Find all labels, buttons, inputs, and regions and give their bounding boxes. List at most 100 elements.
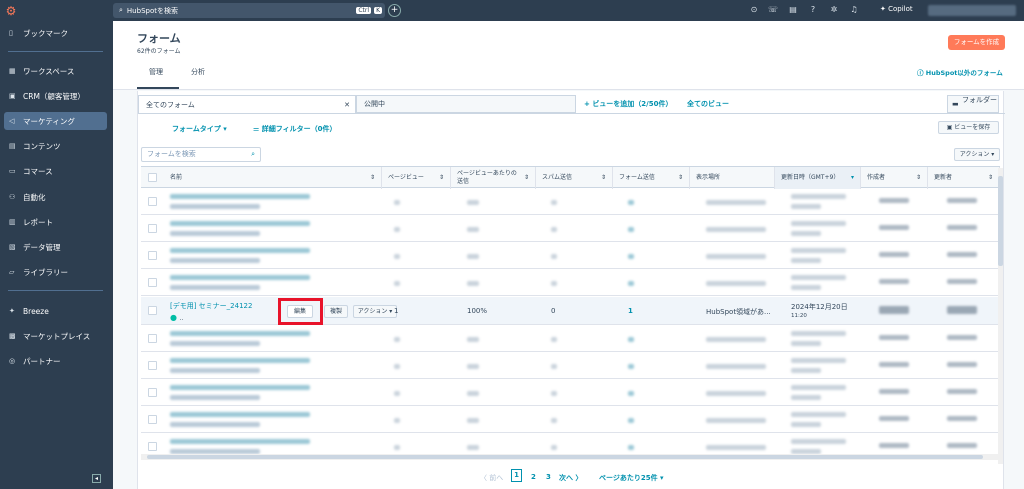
form-type-filter[interactable]: フォームタイプ ▾ xyxy=(172,124,227,134)
clone-button[interactable]: 複製 xyxy=(324,305,348,318)
sidebar-item-content[interactable]: ▤ コンテンツ xyxy=(4,137,107,155)
column-submission-rate[interactable]: ページビューあたりの送信 ⇕ xyxy=(451,167,536,189)
rate-value xyxy=(467,200,479,205)
sidebar-item-label: パートナー xyxy=(23,356,61,366)
prev-page-button[interactable]: 〈 前へ xyxy=(480,473,503,483)
table-row[interactable] xyxy=(141,242,1000,269)
horizontal-scrollbar[interactable] xyxy=(141,454,1000,460)
page-1[interactable]: 1 xyxy=(511,469,522,482)
all-views-link[interactable]: 全てのビュー xyxy=(687,99,729,109)
settings-icon[interactable]: ✲ xyxy=(829,5,839,15)
tab-analyze[interactable]: 分析 xyxy=(191,67,205,77)
column-name[interactable]: 名前 ⇕ xyxy=(164,167,382,189)
save-view-button[interactable]: ▣ ビューを保存 xyxy=(938,121,999,134)
close-icon[interactable]: ✕ xyxy=(344,101,350,109)
form-name-link[interactable] xyxy=(170,194,310,199)
add-view-link[interactable]: + ビューを追加（2/50件） xyxy=(584,99,672,109)
vertical-scrollbar[interactable] xyxy=(998,168,1003,464)
table-row[interactable] xyxy=(141,188,1000,215)
non-hubspot-forms-link[interactable]: ⓘ HubSpot以外のフォーム xyxy=(917,67,1003,77)
collapse-sidebar-button[interactable]: ◂ xyxy=(92,474,101,483)
folder-button[interactable]: ▬ フォルダー xyxy=(947,95,999,113)
sidebar-item-label: ワークスペース xyxy=(23,66,75,76)
account-menu[interactable] xyxy=(928,5,1016,16)
table-row[interactable] xyxy=(141,352,1000,379)
row-checkbox[interactable] xyxy=(148,224,157,233)
sidebar-item-partner[interactable]: ◎ パートナー xyxy=(4,352,107,370)
create-form-button[interactable]: フォームを作成 xyxy=(948,35,1005,50)
phone-icon[interactable]: ☏ xyxy=(768,5,778,15)
view-tab-all-forms[interactable]: 全てのフォーム ✕ xyxy=(138,95,356,113)
row-checkbox[interactable] xyxy=(148,251,157,260)
row-checkbox[interactable] xyxy=(148,278,157,287)
row-checkbox[interactable] xyxy=(148,388,157,397)
upgrade-icon[interactable]: ⊙ xyxy=(749,5,759,15)
row-actions-button[interactable]: アクション ▾ xyxy=(353,305,397,318)
row-checkbox[interactable] xyxy=(148,306,157,315)
sidebar-item-marketing[interactable]: ◁ マーケティング xyxy=(4,112,107,130)
sidebar-item-bookmarks[interactable]: ▯ ブックマーク xyxy=(4,24,107,42)
column-location[interactable]: 表示場所 xyxy=(690,167,775,189)
quick-create-button[interactable]: + xyxy=(388,4,401,17)
sidebar-item-label: コンテンツ xyxy=(23,141,61,151)
column-submissions[interactable]: フォーム送信 ⇕ xyxy=(613,167,690,189)
copilot-button[interactable]: ✦ Copilot xyxy=(880,5,913,13)
submissions-link[interactable]: 1 xyxy=(628,307,633,315)
form-name-link[interactable] xyxy=(170,275,310,280)
form-name-link[interactable] xyxy=(170,439,310,444)
sidebar-item-library[interactable]: ▱ ライブラリー xyxy=(4,263,107,281)
column-spam[interactable]: スパム送信 ⇕ xyxy=(536,167,613,189)
help-icon[interactable]: ? xyxy=(808,5,818,15)
form-name-link[interactable] xyxy=(170,385,310,390)
scroll-thumb[interactable] xyxy=(147,455,983,459)
row-checkbox[interactable] xyxy=(148,197,157,206)
sidebar-item-label: ブックマーク xyxy=(23,28,68,38)
sidebar-item-commerce[interactable]: ▭ コマース xyxy=(4,162,107,180)
row-checkbox[interactable] xyxy=(148,442,157,451)
column-updater[interactable]: 更新者 ⇕ xyxy=(928,167,1000,189)
table-row[interactable] xyxy=(141,215,1000,242)
table-row-highlighted[interactable]: [デモ用] セミナー_24122 ● .. 編集 複製 アクション ▾ 1 10… xyxy=(141,297,1000,325)
next-page-button[interactable]: 次へ 〉 xyxy=(559,473,582,483)
form-name-link[interactable]: [デモ用] セミナー_24122 xyxy=(170,301,252,311)
column-creator[interactable]: 作成者 ⇕ xyxy=(861,167,928,189)
page-2[interactable]: 2 xyxy=(531,473,536,481)
tab-manage[interactable]: 管理 xyxy=(149,67,163,77)
form-name-link[interactable] xyxy=(170,221,310,226)
sidebar-item-breeze[interactable]: ✦ Breeze xyxy=(4,302,107,320)
sidebar-item-crm[interactable]: ▣ CRM（顧客管理） xyxy=(4,87,107,105)
global-search-input[interactable]: ⌕ HubSpotを検索 Ctrl K xyxy=(113,3,385,18)
advanced-filters-button[interactable]: ⚌ 詳細フィルター（0件） xyxy=(253,124,336,134)
page-3[interactable]: 3 xyxy=(546,473,551,481)
sidebar-item-reports[interactable]: ▥ レポート xyxy=(4,213,107,231)
table-row[interactable] xyxy=(141,406,1000,433)
table-actions-button[interactable]: アクション ▾ xyxy=(954,148,1000,161)
column-updated[interactable]: 更新日時（GMT+9） ▾ xyxy=(775,167,861,189)
form-name-link[interactable] xyxy=(170,331,310,336)
per-page-select[interactable]: ページあたり25件 ▾ xyxy=(599,473,664,483)
updated-date xyxy=(791,275,846,280)
form-name-link[interactable] xyxy=(170,248,310,253)
form-name-link[interactable] xyxy=(170,412,310,417)
column-pageviews[interactable]: ページビュー ⇕ xyxy=(382,167,451,189)
rate-value xyxy=(467,281,479,286)
sidebar-item-automation[interactable]: ⚇ 自動化 xyxy=(4,188,107,206)
sidebar-item-marketplace[interactable]: ▩ マーケットプレイス xyxy=(4,327,107,345)
sidebar-item-workspace[interactable]: ▦ ワークスペース xyxy=(4,62,107,80)
row-checkbox[interactable] xyxy=(148,334,157,343)
select-all-checkbox[interactable] xyxy=(148,173,157,182)
sidebar-item-label: 自動化 xyxy=(23,192,46,202)
table-row[interactable] xyxy=(141,269,1000,296)
table-row[interactable] xyxy=(141,325,1000,352)
notifications-icon[interactable]: ♫ xyxy=(849,5,859,15)
sidebar-item-data-management[interactable]: ▧ データ管理 xyxy=(4,238,107,256)
row-checkbox[interactable] xyxy=(148,361,157,370)
hubspot-logo-icon[interactable]: ⚙ xyxy=(0,0,22,21)
scroll-thumb[interactable] xyxy=(998,176,1003,266)
marketplace-icon[interactable]: ▤ xyxy=(788,5,798,15)
form-search-input[interactable]: フォームを検索 ⌕ xyxy=(141,147,261,162)
view-tab-published[interactable]: 公開中 xyxy=(356,95,576,113)
row-checkbox[interactable] xyxy=(148,415,157,424)
form-name-link[interactable] xyxy=(170,358,310,363)
table-row[interactable] xyxy=(141,379,1000,406)
